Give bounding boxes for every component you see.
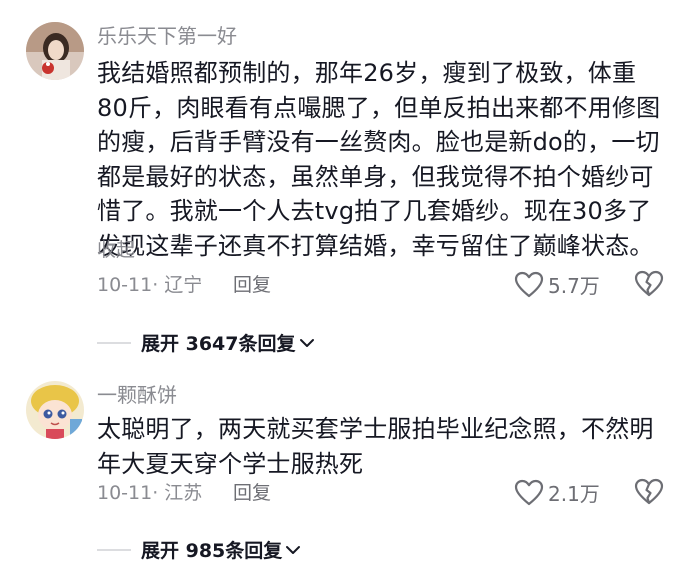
expand-replies-label: 展开 3647条回复 (141, 333, 296, 355)
expand-replies-button[interactable]: 展开 3647条回复 (97, 329, 316, 356)
comment-username[interactable]: 一颗酥饼 (97, 382, 177, 408)
comment-text: 我结婚照都预制的，那年26岁，瘦到了极致，体重80斤，肉眼看有点嘬腮了，但单反拍… (97, 59, 661, 260)
comment-username[interactable]: 乐乐天下第一好 (97, 23, 237, 49)
heart-outline-icon (514, 271, 544, 297)
like-button[interactable]: 5.7万 (514, 270, 600, 299)
dislike-button[interactable] (634, 478, 664, 506)
avatar[interactable] (26, 22, 84, 80)
chevron-down-icon (286, 545, 301, 554)
like-count: 5.7万 (548, 274, 600, 298)
expand-replies-button[interactable]: 展开 985条回复 (97, 536, 302, 563)
broken-heart-icon (634, 478, 664, 505)
collapse-link[interactable]: 收起 (97, 237, 135, 263)
dislike-button[interactable] (634, 270, 664, 298)
comment-date-location: 10-11· 江苏 (97, 482, 203, 504)
divider-line (97, 548, 131, 551)
comment-date-location: 10-11· 辽宁 (97, 274, 203, 296)
expand-replies-label: 展开 985条回复 (141, 540, 283, 562)
like-button[interactable]: 2.1万 (514, 478, 600, 507)
divider-line (97, 341, 131, 344)
broken-heart-icon (634, 270, 664, 297)
comment-text: 太聪明了，两天就买套学士服拍毕业纪念照，不然明年大夏天穿个学士服热死 (97, 415, 654, 478)
heart-outline-icon (514, 479, 544, 505)
avatar[interactable] (26, 381, 84, 439)
reply-button[interactable]: 回复 (233, 272, 271, 298)
like-count: 2.1万 (548, 482, 600, 506)
chevron-down-icon (299, 338, 314, 347)
reply-button[interactable]: 回复 (233, 480, 271, 506)
